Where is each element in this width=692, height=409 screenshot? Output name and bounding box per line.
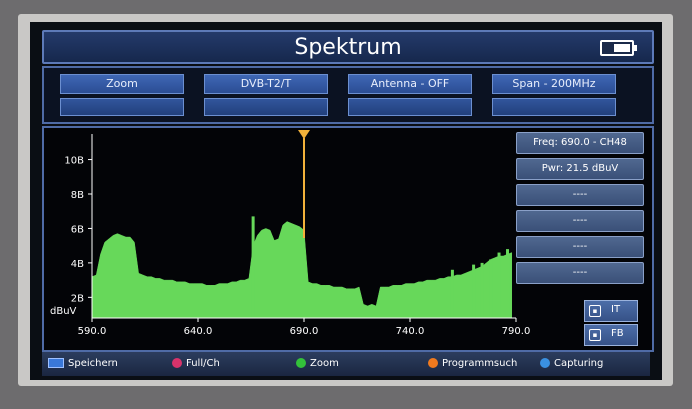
softkey-bar: Speichern Full/Ch Zoom Programmsuch Capt… [42, 352, 650, 376]
blue-key-icon [540, 358, 550, 368]
zoom-button[interactable]: Zoom [60, 74, 184, 94]
standard-button[interactable]: DVB-T2/T [204, 74, 328, 94]
x-tick-label: 640.0 [184, 326, 213, 337]
spectrum-panel: 2B 4B 6B 8B 10B 590.0 640.0 690.0 740.0 790.0 dBu… [42, 126, 654, 352]
spectrum-spike [480, 262, 484, 318]
x-tick-label: 740.0 [396, 326, 425, 337]
softkey-programmsuch[interactable]: Programmsuch [428, 354, 517, 374]
y-tick-label: 2B [71, 293, 84, 304]
y-tick-label: 4B [71, 259, 84, 270]
x-tick-label: 590.0 [78, 326, 107, 337]
spectrum-area [91, 221, 513, 319]
frequency-readout: Freq: 690.0 - CH48 [516, 132, 644, 154]
spectrum-spike [506, 249, 510, 318]
span-button[interactable]: Span - 200MHz [492, 74, 616, 94]
red-key-icon [172, 358, 182, 368]
it-key-icon: ▪ [589, 305, 601, 317]
readout-slot-2: ---- [516, 210, 644, 232]
power-readout: Pwr: 21.5 dBuV [516, 158, 644, 180]
page-title: Spektrum [294, 34, 402, 60]
softkey-speichern[interactable]: Speichern [48, 354, 118, 374]
spectrum-spike [251, 216, 255, 318]
x-tick-label: 690.0 [290, 326, 319, 337]
softkey-capturing[interactable]: Capturing [540, 354, 603, 374]
y-tick-label: 8B [71, 190, 84, 201]
fb-key-icon: ▪ [589, 329, 601, 341]
x-tick-label: 790.0 [502, 326, 531, 337]
softkey-zoom[interactable]: Zoom [296, 354, 339, 374]
it-button[interactable]: ▪ IT [584, 300, 638, 322]
battery-icon [600, 40, 637, 56]
green-key-icon [296, 358, 306, 368]
function-subbutton-4[interactable] [492, 98, 616, 116]
save-icon [48, 358, 64, 368]
readout-slot-3: ---- [516, 236, 644, 258]
function-subbutton-2[interactable] [204, 98, 328, 116]
readout-slot-4: ---- [516, 262, 644, 284]
y-axis-label: dBuV [50, 306, 77, 317]
analyzer-screen: Spektrum Zoom DVB-T2/T Antenna - OFF Spa… [30, 22, 662, 380]
readout-slot-1: ---- [516, 184, 644, 206]
function-button-panel: Zoom DVB-T2/T Antenna - OFF Span - 200MH… [42, 66, 654, 124]
function-subbutton-3[interactable] [348, 98, 472, 116]
y-tick-label: 10B [64, 156, 84, 167]
softkey-fullch[interactable]: Full/Ch [172, 354, 220, 374]
spectrum-spike [489, 259, 493, 318]
title-bar: Spektrum [42, 30, 654, 64]
y-tick-label: 6B [71, 224, 84, 235]
spectrum-spike [497, 252, 501, 318]
spectrum-spike [472, 264, 476, 318]
antenna-button[interactable]: Antenna - OFF [348, 74, 472, 94]
spectrum-spike [450, 269, 454, 318]
orange-key-icon [428, 358, 438, 368]
marker-triangle-icon[interactable] [298, 130, 310, 139]
function-subbutton-1[interactable] [60, 98, 184, 116]
fb-button[interactable]: ▪ FB [584, 324, 638, 346]
